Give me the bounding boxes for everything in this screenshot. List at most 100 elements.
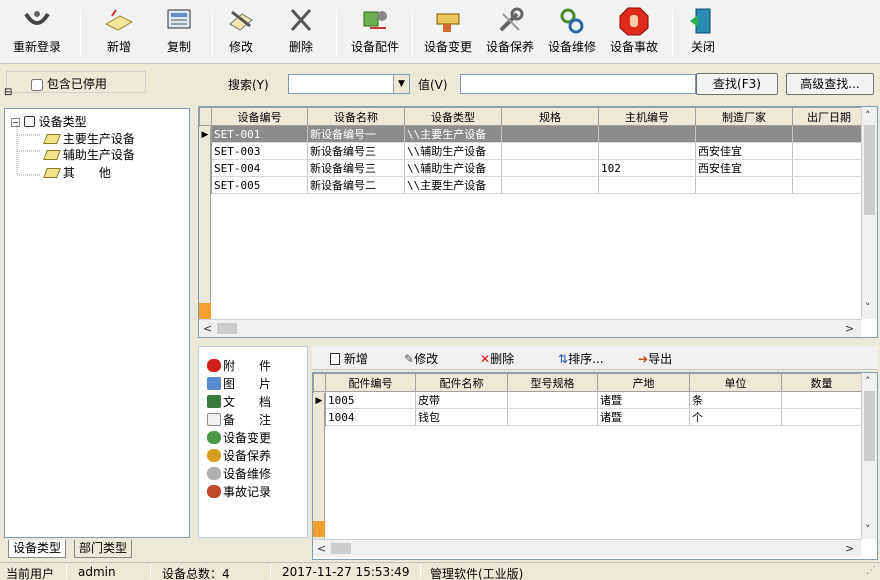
cell[interactable]: SET-001: [211, 125, 308, 143]
side-item-repair[interactable]: 设备维修: [207, 465, 271, 482]
cell[interactable]: \\主要生产设备: [404, 176, 502, 194]
column-header[interactable]: 产地: [597, 373, 690, 392]
side-item-accident[interactable]: 事故记录: [207, 483, 271, 500]
cell[interactable]: 钱包: [415, 408, 508, 426]
include-disabled-check[interactable]: [31, 78, 43, 91]
parts-edit-button[interactable]: ✎修改: [404, 350, 438, 367]
cell[interactable]: [598, 125, 696, 143]
side-item-notes[interactable]: 备 注: [207, 411, 271, 428]
chevron-down-icon[interactable]: ▼: [393, 75, 409, 93]
accident-button[interactable]: 设备事故: [604, 4, 664, 60]
relogin-button[interactable]: 重新登录: [8, 4, 66, 60]
cell[interactable]: [792, 159, 866, 177]
side-item-change[interactable]: 设备变更: [207, 429, 271, 446]
cell[interactable]: [792, 142, 866, 160]
parts-delete-button[interactable]: ✕删除: [480, 350, 514, 367]
parts-button[interactable]: 设备配件: [344, 4, 406, 60]
column-header[interactable]: 主机编号: [598, 107, 696, 126]
cell[interactable]: [695, 176, 793, 194]
side-item-maintenance[interactable]: 设备保养: [207, 447, 271, 464]
cell[interactable]: [598, 142, 696, 160]
scroll-up-icon[interactable]: ˄: [865, 375, 871, 388]
cell[interactable]: [501, 142, 599, 160]
vertical-scrollbar[interactable]: ˄ ˅: [861, 373, 877, 539]
cell[interactable]: 新设备编号一: [307, 125, 405, 143]
vertical-scrollbar[interactable]: ˄ ˅: [861, 107, 877, 319]
cell[interactable]: 102: [598, 159, 696, 177]
tree-item-auxiliary[interactable]: 辅助生产设备: [43, 146, 135, 163]
find-button[interactable]: 查找(F3): [696, 73, 778, 95]
column-header[interactable]: 制造厂家: [695, 107, 793, 126]
cell[interactable]: 皮带: [415, 391, 508, 409]
cell[interactable]: \\辅助生产设备: [404, 142, 502, 160]
column-header[interactable]: 配件编号: [325, 373, 416, 392]
scroll-thumb[interactable]: [864, 391, 875, 461]
column-header[interactable]: 单位: [689, 373, 782, 392]
parts-add-button[interactable]: 新增: [330, 350, 368, 367]
column-header[interactable]: 出厂日期: [792, 107, 866, 126]
cell[interactable]: 1005: [325, 391, 416, 409]
horizontal-scrollbar[interactable]: < >: [313, 539, 861, 557]
cell[interactable]: [507, 408, 598, 426]
scroll-down-icon[interactable]: ˅: [865, 301, 871, 314]
cell[interactable]: [781, 391, 862, 409]
scroll-right-icon[interactable]: >: [845, 322, 854, 335]
maintain-button[interactable]: 设备保养: [480, 4, 540, 60]
tree-item-other[interactable]: 其 他: [43, 164, 111, 181]
tab-equipment-type[interactable]: 设备类型: [8, 540, 67, 558]
cell[interactable]: SET-003: [211, 142, 308, 160]
tab-department-type[interactable]: 部门类型: [74, 540, 133, 558]
cell[interactable]: [792, 125, 866, 143]
table-row[interactable]: SET-005 新设备编号二 \\主要生产设备: [199, 176, 866, 194]
copy-button[interactable]: 复制: [156, 4, 202, 60]
cell[interactable]: [501, 176, 599, 194]
resize-grip-icon[interactable]: ⋰: [866, 565, 876, 576]
scroll-thumb[interactable]: [864, 125, 875, 215]
table-row[interactable]: ▶ SET-001 新设备编号一 \\主要生产设备: [199, 125, 866, 143]
cell[interactable]: [792, 176, 866, 194]
change-button[interactable]: 设备变更: [418, 4, 478, 60]
search-field-select[interactable]: ▼: [288, 74, 410, 94]
include-disabled-checkbox[interactable]: 包含已停用: [31, 75, 107, 92]
parts-export-button[interactable]: ➔导出: [638, 350, 672, 367]
table-row[interactable]: SET-004 新设备编号三 \\辅助生产设备 102 西安佳宜: [199, 159, 866, 177]
advanced-search-button[interactable]: 高级查找...: [786, 73, 874, 95]
edit-button[interactable]: 修改: [218, 4, 264, 60]
column-header[interactable]: 规格: [501, 107, 599, 126]
scroll-left-icon[interactable]: <: [203, 322, 212, 335]
side-item-images[interactable]: 图 片: [207, 375, 271, 392]
cell[interactable]: [507, 391, 598, 409]
cell[interactable]: [598, 176, 696, 194]
cell[interactable]: 条: [689, 391, 782, 409]
cell[interactable]: \\辅助生产设备: [404, 159, 502, 177]
side-item-attachments[interactable]: 附 件: [207, 357, 271, 374]
tree-item-main[interactable]: 主要生产设备: [43, 130, 135, 147]
column-header[interactable]: 设备编号: [211, 107, 308, 126]
scroll-thumb[interactable]: [217, 323, 237, 334]
repair-button[interactable]: 设备维修: [542, 4, 602, 60]
scroll-thumb[interactable]: [331, 543, 351, 554]
cell[interactable]: [695, 125, 793, 143]
close-button[interactable]: 关闭: [680, 4, 726, 60]
cell[interactable]: \\主要生产设备: [404, 125, 502, 143]
parts-sort-button[interactable]: ⇅排序...: [558, 350, 604, 367]
cell[interactable]: [501, 125, 599, 143]
cell[interactable]: 诸暨: [597, 391, 690, 409]
cell[interactable]: 新设备编号三: [307, 142, 405, 160]
table-row[interactable]: SET-003 新设备编号三 \\辅助生产设备 西安佳宜: [199, 142, 866, 160]
column-header[interactable]: 数量: [781, 373, 862, 392]
cell[interactable]: 个: [689, 408, 782, 426]
cell[interactable]: 西安佳宜: [695, 142, 793, 160]
table-row[interactable]: ▶ 1005 皮带 诸暨 条: [313, 391, 862, 409]
column-header[interactable]: 设备名称: [307, 107, 405, 126]
cell[interactable]: [781, 408, 862, 426]
add-button[interactable]: 新增: [96, 4, 142, 60]
table-row[interactable]: 1004 钱包 诸暨 个: [313, 408, 862, 426]
column-header[interactable]: 设备类型: [404, 107, 502, 126]
column-header[interactable]: 型号规格: [507, 373, 598, 392]
cell[interactable]: SET-004: [211, 159, 308, 177]
cell[interactable]: 新设备编号二: [307, 176, 405, 194]
cell[interactable]: SET-005: [211, 176, 308, 194]
column-header[interactable]: 配件名称: [415, 373, 508, 392]
cell[interactable]: 西安佳宜: [695, 159, 793, 177]
